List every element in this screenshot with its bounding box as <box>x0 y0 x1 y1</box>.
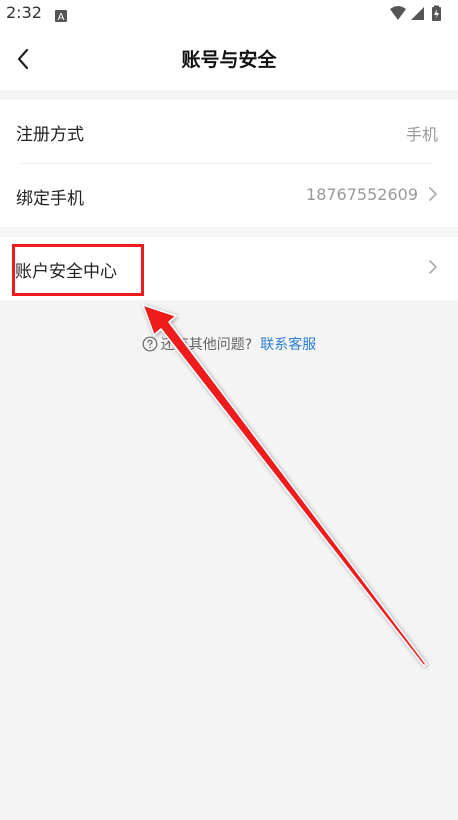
status-icons <box>388 5 448 23</box>
notification-a-icon: A <box>55 7 67 26</box>
battery-icon <box>432 5 441 21</box>
row-register-method: 注册方式 手机 <box>0 100 458 164</box>
row-bound-phone[interactable]: 绑定手机 18767552609 <box>0 164 458 227</box>
security-group: 账户安全中心 <box>0 237 458 300</box>
svg-text:A: A <box>58 12 65 22</box>
wifi-icon <box>390 6 406 20</box>
nav-bar: 账号与安全 <box>0 28 458 90</box>
status-time: 2:32 <box>6 3 42 22</box>
help-line: 还有其他问题? 联系客服 <box>0 334 458 356</box>
row-value: 手机 <box>405 125 438 144</box>
row-label: 账户安全中心 <box>15 262 117 282</box>
status-bar: 2:32 A <box>0 0 458 28</box>
chevron-right-icon <box>428 259 438 279</box>
row-label: 注册方式 <box>16 125 84 145</box>
help-text: 还有其他问题? <box>160 337 253 353</box>
account-info-group: 注册方式 手机 绑定手机 18767552609 <box>0 100 458 227</box>
signal-icon <box>411 7 424 20</box>
page-title: 账号与安全 <box>181 49 277 71</box>
row-label: 绑定手机 <box>16 189 84 209</box>
chevron-right-icon <box>428 186 438 206</box>
row-account-security-center[interactable]: 账户安全中心 <box>0 237 458 300</box>
contact-support-link[interactable]: 联系客服 <box>260 337 316 353</box>
row-value: 18767552609 <box>306 185 418 204</box>
question-circle-icon <box>142 336 158 356</box>
